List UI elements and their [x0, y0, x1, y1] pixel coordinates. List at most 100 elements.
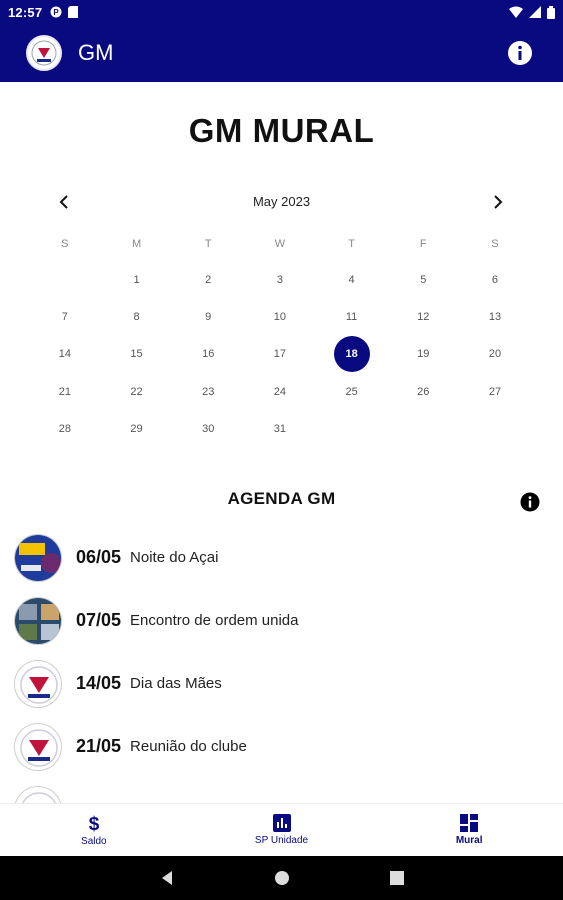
status-time: 12:57	[8, 4, 43, 20]
calendar-day[interactable]: 30	[172, 410, 244, 447]
calendar-day[interactable]: 14	[29, 336, 101, 373]
calendar-day[interactable]: 6	[459, 261, 531, 298]
calendar-day[interactable]: 20	[459, 336, 531, 373]
info-icon[interactable]	[507, 40, 533, 66]
calendar-day-number: 31	[273, 422, 287, 435]
calendar-day-number: 4	[348, 273, 355, 286]
info-icon[interactable]	[520, 492, 540, 512]
next-month-button[interactable]	[486, 190, 510, 214]
calendar-day[interactable]: 26	[387, 373, 459, 410]
nav-tab-saldo[interactable]: $ Saldo	[0, 804, 188, 856]
status-notification-icons: P	[50, 6, 79, 18]
calendar-header: May 2023	[0, 190, 563, 214]
back-icon[interactable]	[160, 870, 174, 886]
bar-chart-icon	[272, 814, 291, 832]
agenda-item[interactable]: 07/05 Encontro de ordem unida	[0, 589, 563, 652]
battery-icon	[547, 5, 555, 19]
event-date: 07/05	[76, 610, 122, 630]
app-bar: GM	[0, 24, 563, 82]
calendar-day-number: 11	[345, 310, 358, 323]
status-bar: 12:57 P	[0, 0, 563, 24]
event-thumbnail	[14, 533, 62, 582]
calendar-day-number: 16	[202, 348, 215, 361]
calendar-day-number: 27	[488, 385, 502, 398]
calendar-day-number: 24	[273, 385, 287, 398]
weekday-label: S	[491, 238, 499, 250]
nav-tab-mural[interactable]: Mural	[375, 804, 563, 856]
calendar-day[interactable]: 17	[244, 336, 316, 373]
calendar-day-number: 19	[417, 348, 430, 361]
calendar-day[interactable]: 11	[316, 298, 388, 335]
calendar-day[interactable]: 19	[387, 336, 459, 373]
calendar-day[interactable]: 21	[29, 373, 101, 410]
agenda-item[interactable]: 06/05 Noite do Açai	[0, 526, 563, 589]
weekday-label: F	[419, 238, 427, 250]
calendar-day-number: 2	[205, 273, 212, 286]
calendar-day-number: 1	[133, 273, 140, 286]
calendar-day[interactable]: 8	[101, 298, 173, 335]
calendar-day-number: 12	[417, 310, 430, 323]
calendar-day[interactable]: 29	[101, 410, 173, 447]
calendar-day[interactable]: 13	[459, 298, 531, 335]
calendar-day-number: 22	[130, 385, 143, 398]
event-thumbnail	[14, 785, 62, 803]
calendar-month-label: May 2023	[252, 194, 311, 209]
agenda-item-partial[interactable]	[0, 778, 563, 803]
weekday-label: T	[348, 238, 355, 250]
calendar-day-number: 17	[273, 348, 287, 361]
event-photo-collage-image	[15, 597, 61, 644]
calendar-day[interactable]: 1	[101, 261, 173, 298]
event-name: Encontro de ordem unida	[130, 612, 299, 629]
calendar-day[interactable]: 31	[244, 410, 316, 447]
calendar-day[interactable]: 16	[172, 336, 244, 373]
weekday-label: W	[274, 238, 286, 250]
calendar-day[interactable]: 10	[244, 298, 316, 335]
calendar-day[interactable]: 3	[244, 261, 316, 298]
calendar-empty-cell	[316, 410, 388, 447]
calendar-day[interactable]: 7	[29, 298, 101, 335]
signal-icon	[529, 6, 541, 18]
bottom-navigation: $ Saldo SP Unidade Mural	[0, 803, 563, 856]
event-thumbnail	[14, 722, 62, 771]
calendar-day[interactable]: 23	[172, 373, 244, 410]
weekday-label: S	[61, 238, 69, 250]
recents-icon[interactable]	[389, 871, 404, 885]
event-poster-image	[15, 534, 61, 581]
calendar-day[interactable]: 25	[316, 373, 388, 410]
home-icon[interactable]	[274, 870, 290, 886]
event-date: 14/05	[76, 673, 122, 693]
nav-label: Mural	[455, 835, 483, 846]
event-date: 21/05	[76, 736, 122, 756]
calendar-day[interactable]: 18	[316, 336, 388, 373]
club-emblem-icon	[15, 723, 61, 770]
calendar-empty-cell	[387, 410, 459, 447]
agenda-item[interactable]: 14/05 Dia das Mães	[0, 652, 563, 715]
calendar-grid: 1 2 3 4 5 6 7 8 9 10 11 12 13 14 15 16 17 18 19 20 21 22 23 24 2…	[29, 261, 531, 447]
calendar-day-number: 3	[276, 273, 283, 286]
calendar-day-number: 9	[205, 310, 212, 323]
nav-tab-sp-unidade[interactable]: SP Unidade	[188, 804, 376, 856]
calendar-day[interactable]: 22	[101, 373, 173, 410]
calendar-day-number: 30	[202, 422, 215, 435]
event-name: Reunião do clube	[130, 738, 247, 755]
calendar-day[interactable]: 15	[101, 336, 173, 373]
club-emblem-icon	[31, 40, 57, 66]
weekday-label: T	[204, 238, 212, 250]
calendar-day[interactable]: 12	[387, 298, 459, 335]
calendar-day[interactable]: 27	[459, 373, 531, 410]
calendar-day[interactable]: 28	[29, 410, 101, 447]
calendar-day-number: 10	[273, 310, 287, 323]
dollar-icon: $	[89, 814, 100, 833]
app-screen: 12:57 P GM GM MURAL May 2023 S M T W T F…	[0, 0, 563, 900]
nav-label: SP Unidade	[254, 835, 309, 846]
calendar-day[interactable]: 24	[244, 373, 316, 410]
agenda-item[interactable]: 21/05 Reunião do clube	[0, 715, 563, 778]
app-title: GM	[78, 40, 114, 65]
calendar-day-number: 18	[333, 336, 370, 373]
calendar-day[interactable]: 5	[387, 261, 459, 298]
calendar-day[interactable]: 2	[172, 261, 244, 298]
calendar-day-number: 25	[345, 385, 358, 398]
calendar-day[interactable]: 9	[172, 298, 244, 335]
nav-label: Saldo	[81, 836, 107, 847]
calendar-day[interactable]: 4	[316, 261, 388, 298]
